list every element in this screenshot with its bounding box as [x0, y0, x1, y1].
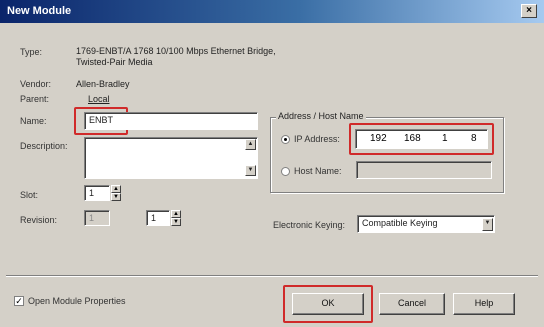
- ip-address-label: IP Address:: [294, 134, 340, 144]
- type-label: Type:: [20, 47, 43, 57]
- ip-octet-2: 168: [404, 133, 421, 144]
- footer-divider: [6, 275, 538, 276]
- parent-value: Local: [88, 94, 110, 104]
- open-module-properties-checkbox[interactable]: ✓: [14, 296, 24, 306]
- title-bar: New Module ×: [0, 0, 544, 23]
- slot-spin-up-icon[interactable]: ▲: [111, 185, 121, 193]
- dialog-body: Type: 1769-ENBT/A 1768 10/100 Mbps Ether…: [0, 23, 544, 327]
- address-group-title: Address / Host Name: [276, 111, 366, 121]
- revision-major-input: 1: [84, 210, 110, 226]
- ok-button[interactable]: OK: [292, 293, 364, 315]
- revision-label: Revision:: [20, 215, 58, 225]
- help-button[interactable]: Help: [453, 293, 515, 315]
- description-label: Description:: [20, 141, 68, 151]
- ip-octet-1: 192: [370, 133, 387, 144]
- host-name-input: [356, 161, 492, 179]
- slot-label: Slot:: [20, 190, 39, 200]
- ip-address-radio[interactable]: [281, 135, 290, 144]
- revision-spin-up-icon[interactable]: ▲: [171, 210, 181, 218]
- name-label: Name:: [20, 116, 47, 126]
- chevron-down-icon[interactable]: ▼: [482, 218, 493, 231]
- ip-octet-3: 1: [442, 133, 448, 144]
- cancel-button[interactable]: Cancel: [379, 293, 445, 315]
- close-icon: ×: [526, 5, 532, 16]
- description-scroll-up-icon[interactable]: ▲: [245, 139, 256, 150]
- close-button[interactable]: ×: [521, 4, 537, 18]
- open-module-properties-label: Open Module Properties: [28, 296, 126, 306]
- description-textarea[interactable]: [84, 137, 258, 179]
- window-title: New Module: [7, 5, 72, 17]
- check-icon: ✓: [15, 296, 23, 306]
- vendor-label: Vendor:: [20, 79, 52, 89]
- ip-octet-4: 8: [471, 133, 477, 144]
- slot-spin-down-icon[interactable]: ▼: [111, 193, 121, 201]
- parent-label: Parent:: [20, 94, 50, 104]
- revision-spin-down-icon[interactable]: ▼: [171, 218, 181, 226]
- electronic-keying-label: Electronic Keying:: [273, 220, 346, 230]
- name-input[interactable]: ENBT: [84, 112, 258, 130]
- description-scroll-down-icon[interactable]: ▼: [245, 165, 256, 176]
- slot-input[interactable]: 1: [84, 185, 110, 201]
- vendor-value: Allen-Bradley: [76, 79, 130, 89]
- type-value-line1: 1769-ENBT/A 1768 10/100 Mbps Ethernet Br…: [76, 46, 276, 56]
- type-value-line2: Twisted-Pair Media: [76, 57, 153, 67]
- electronic-keying-select[interactable]: Compatible Keying: [357, 215, 495, 233]
- revision-minor-input[interactable]: 1: [146, 210, 170, 226]
- electronic-keying-value: Compatible Keying: [362, 218, 438, 228]
- ip-address-input[interactable]: 192 168 1 8: [355, 129, 488, 149]
- host-name-radio[interactable]: [281, 167, 290, 176]
- host-name-label: Host Name:: [294, 166, 342, 176]
